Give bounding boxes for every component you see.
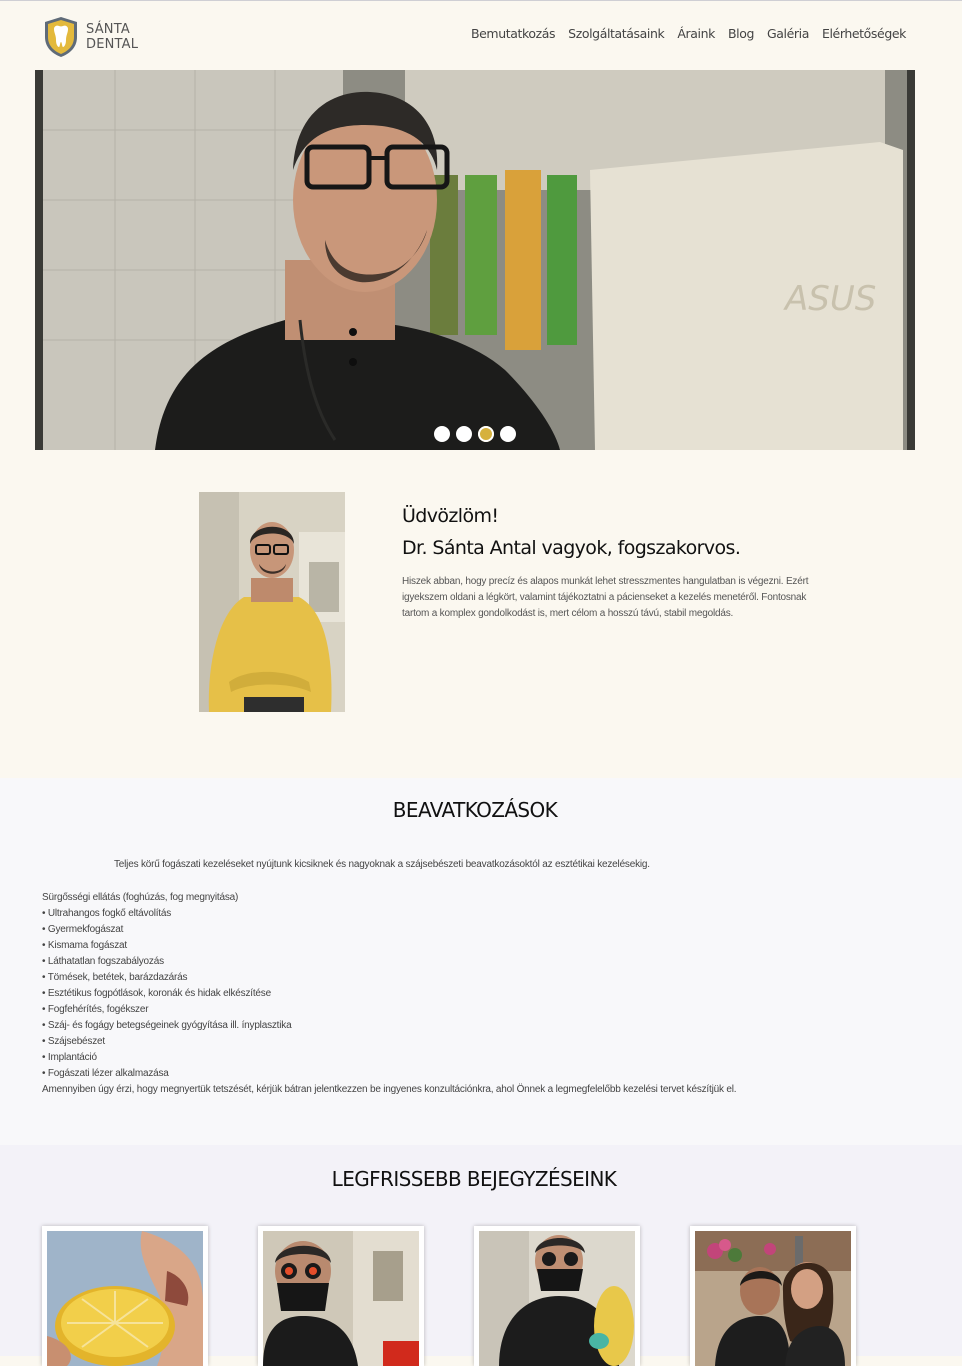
- list-item: • Fogfehérítés, fogékszer: [42, 1004, 149, 1015]
- intro-greeting: Üdvözlöm!: [402, 505, 499, 527]
- list-item: Sürgősségi ellátás (foghúzás, fog megnyi…: [42, 892, 239, 903]
- post-image-couple: [695, 1231, 851, 1366]
- nav-szolgaltatasaink[interactable]: Szolgáltatásaink: [568, 26, 665, 41]
- nav-bemutatkozas[interactable]: Bemutatkozás: [471, 26, 556, 41]
- list-item: • Kismama fogászat: [42, 940, 127, 951]
- procedures-outro: Amennyiben úgy érzi, hogy megnyertük tet…: [42, 1084, 737, 1095]
- post-card-4[interactable]: [690, 1226, 856, 1366]
- list-item: • Gyermekfogászat: [42, 924, 124, 935]
- brand-line-1: SÁNTA: [86, 22, 130, 37]
- hero-slider[interactable]: ASUS: [35, 70, 915, 450]
- procedures-lead: Teljes körű fogászati kezeléseket nyújtu…: [114, 859, 650, 870]
- procedures-section: BEAVATKOZÁSOK Teljes körű fogászati keze…: [0, 778, 962, 1145]
- post-image-dentist-loupes: [263, 1231, 419, 1366]
- list-item: • Tömések, betétek, barázdazárás: [42, 972, 188, 983]
- post-image-lemon: [47, 1231, 203, 1366]
- main-nav: Bemutatkozás Szolgáltatásaink Áraink Blo…: [471, 26, 906, 41]
- latest-posts-section: LEGFRISSEBB BEJEGYZÉSEINK: [0, 1145, 962, 1366]
- brand-logo[interactable]: SÁNTA DENTAL: [42, 15, 142, 59]
- svg-text:ASUS: ASUS: [783, 279, 876, 319]
- hero-dentist-photo: ASUS: [35, 70, 915, 450]
- list-item: • Ultrahangos fogkő eltávolítás: [42, 908, 172, 919]
- tooth-shield-icon: [45, 17, 77, 57]
- list-item: • Fogászati lézer alkalmazása: [42, 1068, 169, 1079]
- list-item: • Száj- és fogágy betegségeinek gyógyítá…: [42, 1020, 292, 1031]
- intro-text-block: Üdvözlöm! Dr. Sánta Antal vagyok, fogsza…: [402, 500, 822, 622]
- post-card-2[interactable]: [258, 1226, 424, 1366]
- doctor-portrait: [199, 492, 345, 712]
- latest-posts-title: LEGFRISSEBB BEJEGYZÉSEINK: [331, 1167, 617, 1191]
- post-card-1[interactable]: [42, 1226, 208, 1366]
- list-item: • Láthatatlan fogszabályozás: [42, 956, 164, 967]
- list-item: • Esztétikus fogpótlások, koronák és hid…: [42, 988, 271, 999]
- slider-dots: [35, 426, 915, 442]
- nav-blog[interactable]: Blog: [728, 26, 754, 41]
- procedures-list: Sürgősségi ellátás (foghúzás, fog megnyi…: [42, 890, 737, 1098]
- nav-elerhetosegek[interactable]: Elérhetőségek: [822, 26, 906, 41]
- brand-line-2: DENTAL: [86, 37, 139, 52]
- post-card-3[interactable]: [474, 1226, 640, 1366]
- slider-dot-2[interactable]: [456, 426, 472, 442]
- intro-name: Dr. Sánta Antal vagyok, fogszakorvos.: [402, 537, 741, 559]
- slider-dot-3[interactable]: [478, 426, 494, 442]
- nav-araink[interactable]: Áraink: [677, 26, 715, 41]
- site-header: SÁNTA DENTAL Bemutatkozás Szolgáltatásai…: [0, 1, 962, 69]
- nav-galeria[interactable]: Galéria: [767, 26, 809, 41]
- slider-dot-1[interactable]: [434, 426, 450, 442]
- post-image-dentist-working: [479, 1231, 635, 1366]
- brand-name: SÁNTA DENTAL: [86, 22, 138, 52]
- list-item: • Szájsebészet: [42, 1036, 105, 1047]
- list-item: • Implantáció: [42, 1052, 97, 1063]
- slider-dot-4[interactable]: [500, 426, 516, 442]
- procedures-title: BEAVATKOZÁSOK: [392, 798, 558, 822]
- intro-paragraph: Hiszek abban, hogy precíz és alapos munk…: [402, 576, 809, 619]
